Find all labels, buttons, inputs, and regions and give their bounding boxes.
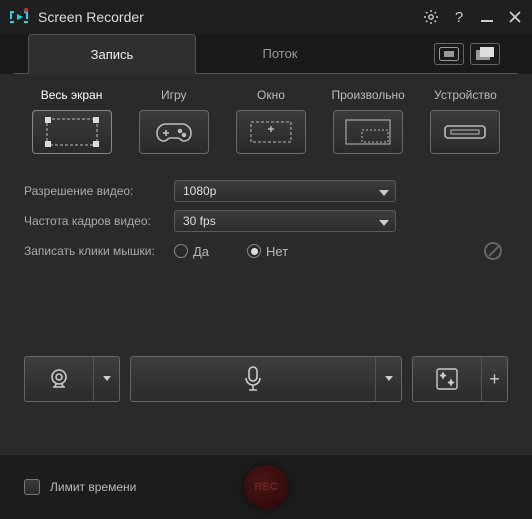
window-icon[interactable]	[236, 110, 306, 154]
clicks-no-label: Нет	[266, 244, 288, 259]
tab-record[interactable]: Запись	[28, 34, 196, 74]
main-panel: Весь экран Игру Окно Произвольно Устройс…	[0, 74, 532, 412]
mode-window[interactable]: Окно	[228, 88, 313, 154]
record-clicks-label: Записать клики мышки:	[24, 244, 174, 258]
settings-group: Разрешение видео: 1080p Частота кадров в…	[24, 176, 508, 266]
record-button[interactable]: REC	[244, 465, 288, 509]
framerate-label: Частота кадров видео:	[24, 214, 174, 228]
device-icon[interactable]	[430, 110, 500, 154]
tab-stream-label: Поток	[262, 46, 297, 61]
clicks-yes-label: Да	[193, 244, 209, 259]
tab-stream[interactable]: Поток	[196, 34, 364, 74]
gamepad-icon[interactable]	[139, 110, 209, 154]
mode-custom-label: Произвольно	[331, 88, 404, 104]
mode-fullscreen-label: Весь экран	[41, 88, 103, 104]
microphone-dropdown[interactable]	[375, 357, 401, 401]
mode-device-label: Устройство	[434, 88, 497, 104]
settings-icon[interactable]	[422, 8, 440, 26]
mode-window-label: Окно	[257, 88, 285, 104]
chevron-down-icon	[379, 217, 389, 231]
webcam-dropdown[interactable]	[93, 357, 119, 401]
effects-icon[interactable]	[413, 357, 481, 401]
app-title: Screen Recorder	[38, 9, 422, 25]
resolution-label: Разрешение видео:	[24, 184, 174, 198]
app-logo-icon	[8, 6, 30, 28]
custom-area-icon[interactable]	[333, 110, 403, 154]
mode-custom[interactable]: Произвольно	[326, 88, 411, 154]
clicks-no-radio[interactable]: Нет	[247, 244, 288, 259]
record-button-label: REC	[254, 481, 277, 493]
resolution-value: 1080p	[183, 184, 216, 198]
resolution-select[interactable]: 1080p	[174, 180, 396, 202]
webcam-icon[interactable]	[25, 357, 93, 401]
disabled-icon	[484, 242, 502, 260]
framerate-value: 30 fps	[183, 214, 216, 228]
radio-icon	[247, 244, 261, 258]
help-icon[interactable]: ?	[450, 8, 468, 26]
mode-device[interactable]: Устройство	[423, 88, 508, 154]
capture-mode-row: Весь экран Игру Окно Произвольно Устройс…	[24, 88, 508, 154]
chevron-down-icon	[379, 187, 389, 201]
effects-button[interactable]: +	[412, 356, 508, 402]
tab-bar: Запись Поток	[0, 34, 532, 74]
webcam-button[interactable]	[24, 356, 120, 402]
mode-game-label: Игру	[161, 88, 187, 104]
mode-game[interactable]: Игру	[131, 88, 216, 154]
framerate-select[interactable]: 30 fps	[174, 210, 396, 232]
view-mode-contained-icon[interactable]	[434, 43, 464, 65]
time-limit-checkbox[interactable]	[24, 479, 40, 495]
effects-add-button[interactable]: +	[481, 357, 507, 401]
microphone-button[interactable]	[130, 356, 402, 402]
device-bar: +	[24, 356, 508, 402]
microphone-icon[interactable]	[131, 357, 375, 401]
view-mode-stacked-icon[interactable]	[470, 43, 500, 65]
tab-record-label: Запись	[91, 47, 134, 62]
fullscreen-icon[interactable]	[32, 110, 112, 154]
minimize-button[interactable]	[478, 8, 496, 26]
close-button[interactable]	[506, 8, 524, 26]
mode-fullscreen[interactable]: Весь экран	[24, 88, 119, 154]
footer-bar: Лимит времени REC	[0, 455, 532, 519]
time-limit-label: Лимит времени	[50, 480, 136, 494]
clicks-yes-radio[interactable]: Да	[174, 244, 209, 259]
radio-icon	[174, 244, 188, 258]
title-bar: Screen Recorder ?	[0, 0, 532, 34]
